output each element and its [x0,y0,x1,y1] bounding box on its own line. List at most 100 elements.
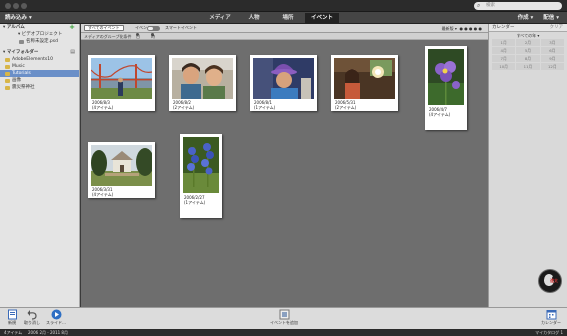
event-stack[interactable]: 2006/4/7 (4アイテム) [425,46,467,130]
disclosure-icon[interactable]: ▾ [3,25,5,30]
event-thumbnail[interactable] [91,58,152,99]
folder-label: Music [12,64,25,69]
album-item-video-project[interactable]: ▾ ビデオプロジェクト [0,31,79,38]
calendar-toggle-button[interactable]: カレンダー [540,309,562,326]
event-stack[interactable]: 2006/8/2 (2アイテム) [169,55,236,111]
month-cell[interactable]: 4月 [492,47,516,54]
folder-item-selected[interactable]: Tutorials [0,70,79,77]
size-slider-icon[interactable]: ● ● ● ● ● [459,26,482,31]
new-button[interactable]: 新規 [4,309,20,326]
calendar-toggle-label: カレンダー [541,320,561,325]
month-cell[interactable]: 10月 [492,63,516,70]
month-cell[interactable]: 9月 [540,55,564,62]
create-label: 作成 [517,15,529,21]
undo-icon [27,309,38,320]
folder-label: 画像 [12,78,21,83]
play-icon [51,309,62,320]
minimize-window-button[interactable] [13,3,19,9]
event-stack[interactable]: 2006/3/31 (4アイテム) [88,142,155,198]
add-event-button[interactable]: イベントを追加 [262,309,306,326]
year-label: すべての年 [516,33,537,38]
album-label: 名称未設定.psd [26,39,58,44]
folder-icon [5,71,10,76]
month-cell[interactable]: 2月 [516,39,540,46]
group-by-label: メディアのグループ化条件 [84,34,132,39]
calendar-title: カレンダー [492,25,515,30]
event-thumbnail[interactable] [334,58,395,99]
smart-event-toggle[interactable] [147,25,160,31]
title-bar: ⌕ 検索 [0,0,567,12]
month-cell[interactable]: 8月 [516,55,540,62]
album-icon [19,39,24,44]
event-thumbnail[interactable] [428,49,464,105]
new-label: 新規 [8,320,16,325]
event-item-count: (2アイテム) [335,105,357,110]
share-label: 配信 [543,15,555,21]
all-events-button[interactable]: すべてのイベント [84,25,124,31]
add-event-icon [279,309,290,320]
clear-button[interactable]: クリア [550,24,564,32]
year-selector[interactable]: すべての年 ▾ [489,32,567,39]
disclosure-icon[interactable]: ▾ [3,50,5,55]
event-stack[interactable]: 2006/5/31 (2アイテム) [331,55,398,111]
folders-header[interactable]: ▾ マイフォルダー ▤ [0,49,79,56]
album-item-psd[interactable]: 名称未設定.psd [0,38,79,45]
folder-item[interactable]: 震災祭神社 [0,84,79,91]
event-stack[interactable]: 2006/8/1 (1アイテム) [250,55,317,111]
close-window-button[interactable] [5,3,11,9]
tab-smart-event[interactable]: スマートイベント [162,25,200,31]
search-placeholder: 検索 [486,3,495,8]
slideshow-label: スライド… [46,320,66,325]
status-bar: 4アイテム 2006 2月 - 2011 8月 マイカタログ 1 [0,329,567,336]
search-icon: ⌕ [477,2,481,9]
search-input[interactable]: ⌕ 検索 [474,2,562,10]
tab-people[interactable]: 人物 [237,13,271,24]
chevron-down-icon: ▾ [530,15,534,21]
status-catalog[interactable]: マイカタログ 1 [535,329,563,336]
month-cell[interactable]: 6月 [540,47,564,54]
month-cell[interactable]: 1月 [492,39,516,46]
slideshow-button[interactable]: スライド… [44,309,68,326]
event-item-count: (1アイテム) [254,105,276,110]
sort-label: 最新版 [441,26,454,31]
undo-label: 取り消し [24,320,40,325]
folder-item[interactable]: Music [0,63,79,70]
folder-view-icon[interactable]: ▤ [70,49,75,56]
event-stack[interactable]: 2006/8/3 (4アイテム) [88,55,155,111]
new-item-icon [7,309,18,320]
bottom-toolbar: 新規 取り消し スライド… イベントを追加 カレンダー [0,307,567,329]
month-cell[interactable]: 12月 [540,63,564,70]
toolbar-right-buttons: 作成 ▾ 配信 ▾ [518,12,559,24]
month-cell[interactable]: 7月 [492,55,516,62]
event-thumbnail[interactable] [91,145,152,186]
share-button[interactable]: 配信 ▾ [543,12,559,24]
status-date-range: 2006 2月 - 2011 8月 [28,330,68,335]
month-cell[interactable]: 3月 [540,39,564,46]
event-stack[interactable]: 2006/2/27 (1アイテム) [180,134,222,218]
calendar-icon [546,309,557,320]
tab-events[interactable]: イベント [305,13,339,24]
undo-button[interactable]: 取り消し [22,309,42,326]
month-cell[interactable]: 5月 [516,47,540,54]
import-button[interactable]: 読み込み ▾ [5,12,32,24]
chevron-down-icon: ▾ [28,15,32,21]
event-thumbnail[interactable] [183,137,219,193]
folder-item[interactable]: 画像 [0,77,79,84]
disclosure-icon[interactable]: ▾ [18,32,20,37]
month-cell[interactable]: 11月 [516,63,540,70]
chevron-down-icon: ▾ [556,15,559,21]
albums-header[interactable]: ▾ アルバム + [0,24,79,31]
event-view-bar: すべてのイベント イベント スマートイベント 最新版 ▾ ● ● ● ● ● [81,24,488,33]
group-filter-bar: メディアのグループ化条件 日付 時間 [81,33,488,46]
logo-text: 達太 [550,278,558,283]
event-thumbnail[interactable] [253,58,314,99]
zoom-window-button[interactable] [21,3,27,9]
add-album-icon[interactable]: + [69,24,75,31]
left-panel: ▾ アルバム + ▾ ビデオプロジェクト 名称未設定.psd ▾ マイフォルダー… [0,24,80,307]
create-button[interactable]: 作成 ▾ [518,12,534,24]
sort-control[interactable]: 最新版 ▾ ● ● ● ● ● [442,24,482,33]
folder-item[interactable]: AdobeElements10 [0,56,79,63]
tab-places[interactable]: 場所 [271,13,305,24]
tab-media[interactable]: メディア [203,13,237,24]
event-thumbnail[interactable] [172,58,233,99]
